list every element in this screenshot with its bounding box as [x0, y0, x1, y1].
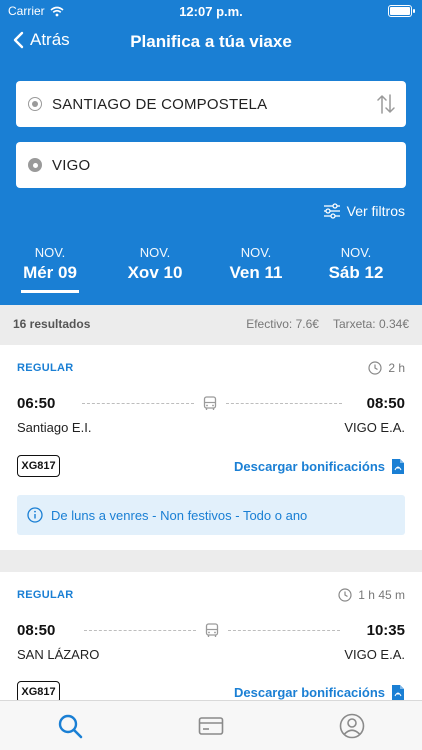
destination-stop: VIGO E.A.: [344, 420, 405, 435]
user-icon: [339, 713, 365, 739]
selected-date-indicator: [21, 290, 79, 293]
filters-label: Ver filtros: [346, 203, 405, 219]
date-tab-1[interactable]: NOV. Xov 10: [105, 245, 205, 283]
date-month: NOV.: [340, 245, 372, 260]
filters-button[interactable]: Ver filtros: [323, 203, 405, 219]
download-discounts-link[interactable]: Descargar bonificacións: [234, 684, 405, 700]
bus-icon: [205, 623, 219, 637]
info-icon: [27, 507, 43, 523]
route-line: [82, 403, 194, 404]
date-month: NOV.: [240, 245, 272, 260]
date-tab-2[interactable]: NOV. Ven 11: [206, 245, 306, 283]
arrival-time: 10:35: [366, 622, 405, 639]
page-title: Planifica a túa viaxe: [130, 32, 292, 51]
date-tab-0[interactable]: NOV. Mér 09: [0, 245, 100, 293]
departure-time: 06:50: [17, 395, 56, 412]
battery-icon: [388, 5, 415, 17]
destination-field[interactable]: VIGO: [16, 142, 406, 188]
line-code-badge: XG817: [17, 681, 60, 700]
discount-label: Descargar bonificacións: [234, 685, 385, 700]
date-day: Sáb 12: [328, 263, 384, 282]
duration: 2 h: [368, 361, 405, 375]
departure-time: 08:50: [17, 622, 56, 639]
discount-label: Descargar bonificacións: [234, 459, 385, 474]
results-count: 16 resultados: [13, 317, 91, 331]
note-text: De luns a venres - Non festivos - Todo o…: [51, 507, 308, 523]
route-line: [226, 403, 342, 404]
origin-radio-icon: [28, 97, 42, 111]
line-code-badge: XG817: [17, 455, 60, 477]
nav-bar: Atrás Planifica a túa viaxe: [0, 28, 422, 60]
cash-price: Efectivo: 7.6€: [246, 317, 319, 331]
destination-stop: VIGO E.A.: [344, 647, 405, 662]
date-selector: NOV. Mér 09 NOV. Xov 10 NOV. Ven 11 NOV.…: [0, 245, 422, 305]
status-time: 12:07 p.m.: [179, 4, 243, 19]
origin-stop: Santiago E.I.: [17, 420, 92, 435]
header: Carrier 12:07 p.m. Atrás Planifica a túa…: [0, 0, 422, 305]
result-card[interactable]: REGULAR 2 h 06:50 08:50 Santiago E.I. VI…: [0, 345, 422, 550]
price-info: Efectivo: 7.6€ Tarxeta: 0.34€: [246, 317, 409, 331]
bus-icon: [203, 396, 217, 410]
date-month: NOV.: [139, 245, 171, 260]
pdf-icon: [392, 459, 404, 474]
schedule-note: De luns a venres - Non festivos - Todo o…: [17, 495, 405, 535]
date-day: Ven 11: [229, 263, 283, 282]
swap-icon[interactable]: [376, 93, 396, 115]
sliders-icon: [323, 203, 340, 219]
card-price: Tarxeta: 0.34€: [332, 317, 409, 331]
tab-bar: [0, 700, 422, 750]
date-tab-3[interactable]: NOV. Sáb 12: [306, 245, 406, 283]
results-summary: 16 resultados Efectivo: 7.6€ Tarxeta: 0.…: [0, 305, 422, 343]
duration-value: 2 h: [388, 361, 405, 375]
date-day: Xov 10: [127, 263, 183, 282]
origin-stop: SAN LÁZARO: [17, 647, 100, 662]
duration-value: 1 h 45 m: [358, 588, 405, 602]
date-month: NOV.: [34, 245, 66, 260]
service-type: REGULAR: [17, 589, 74, 601]
tab-card[interactable]: [196, 713, 226, 739]
tab-profile[interactable]: [337, 713, 367, 739]
search-icon: [58, 714, 83, 739]
route-line: [228, 630, 340, 631]
duration: 1 h 45 m: [338, 588, 405, 602]
service-type: REGULAR: [17, 362, 74, 374]
download-discounts-link[interactable]: Descargar bonificacións: [234, 458, 405, 475]
status-bar: Carrier 12:07 p.m.: [0, 0, 422, 24]
origin-field[interactable]: SANTIAGO DE COMPOSTELA: [16, 81, 406, 127]
clock-icon: [338, 588, 352, 602]
arrival-time: 08:50: [366, 395, 405, 412]
pdf-icon: [392, 685, 404, 700]
result-card[interactable]: REGULAR 1 h 45 m 08:50 10:35 SAN LÁZARO …: [0, 572, 422, 700]
tab-search[interactable]: [55, 713, 85, 739]
date-day: Mér 09: [23, 263, 77, 282]
card-icon: [198, 717, 224, 735]
route-line: [84, 630, 196, 631]
clock-icon: [368, 361, 382, 375]
origin-value: SANTIAGO DE COMPOSTELA: [52, 95, 268, 113]
destination-value: VIGO: [52, 156, 91, 174]
destination-radio-icon: [28, 158, 42, 172]
